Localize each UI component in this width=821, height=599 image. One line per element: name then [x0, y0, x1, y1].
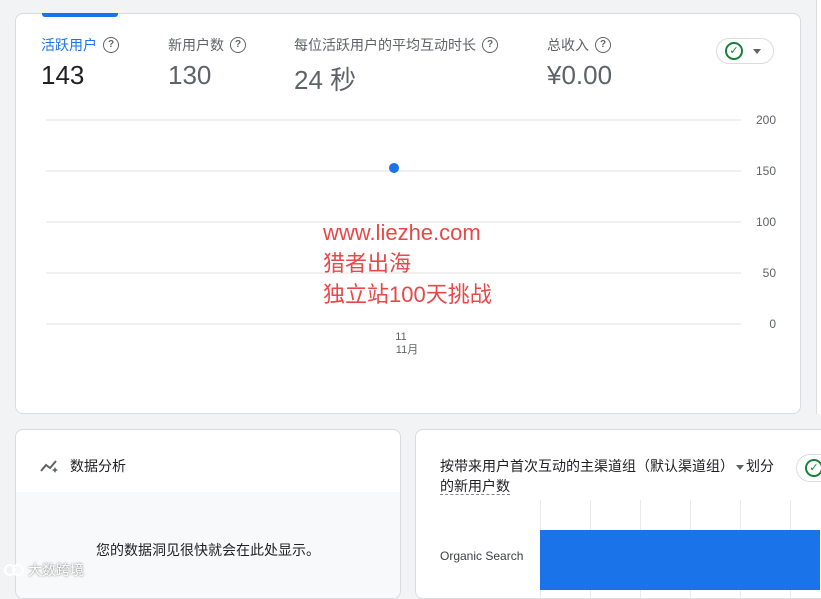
insights-title: 数据分析 — [70, 458, 126, 474]
corner-logo-text: 大数跨境 — [28, 562, 84, 578]
adjacent-card-edge — [816, 0, 821, 414]
bar-label: Organic Search — [440, 549, 524, 563]
watermark-line: 猎者出海 — [323, 251, 412, 276]
chevron-down-icon[interactable] — [736, 464, 744, 470]
x-tick-label: 11 — [395, 331, 406, 343]
bar-organic-search[interactable] — [540, 530, 820, 590]
check-icon: ✓ — [805, 459, 821, 477]
overview-card: 活跃用户? 143 新用户数? 130 每位活跃用户的平均互动时长? 24 秒 … — [15, 13, 801, 414]
watermark-text: www.liezhe.com 猎者出海 独立站100天挑战 — [323, 217, 492, 310]
insights-message: 您的数据洞见很快就会在此处显示。 — [96, 542, 320, 558]
y-tick-label: 100 — [756, 215, 776, 229]
insights-icon — [40, 460, 58, 473]
insights-body: 您的数据洞见很快就会在此处显示。 — [16, 492, 400, 598]
x-tick-month: 11月 — [396, 344, 418, 356]
bar-chart — [540, 500, 821, 598]
logo-icon — [4, 564, 24, 576]
watermark-line: www.liezhe.com — [323, 220, 481, 245]
channel-card: 按带来用户首次互动的主渠道组（默认渠道组） 划分 的新用户数 ✓ Organic … — [415, 429, 821, 599]
watermark-line: 独立站100天挑战 — [323, 282, 492, 307]
y-tick-label: 50 — [763, 266, 777, 280]
compare-toggle[interactable]: ✓ — [796, 454, 821, 482]
channel-title: 按带来用户首次互动的主渠道组（默认渠道组） 划分 的新用户数 — [440, 456, 780, 496]
channel-title-part: 按带来用户首次互动的主渠道组（默认渠道组） — [440, 458, 734, 474]
y-tick-label: 200 — [756, 113, 776, 127]
channel-title-part: 划分 — [746, 458, 774, 474]
y-tick-label: 0 — [769, 317, 776, 331]
y-tick-label: 150 — [756, 164, 776, 178]
line-chart: 200 150 100 50 0 1111月 — [46, 113, 777, 356]
data-point[interactable] — [389, 162, 399, 173]
corner-logo: 大数跨境 — [4, 560, 84, 580]
channel-metric-selector[interactable]: 的新用户数 — [440, 478, 510, 495]
